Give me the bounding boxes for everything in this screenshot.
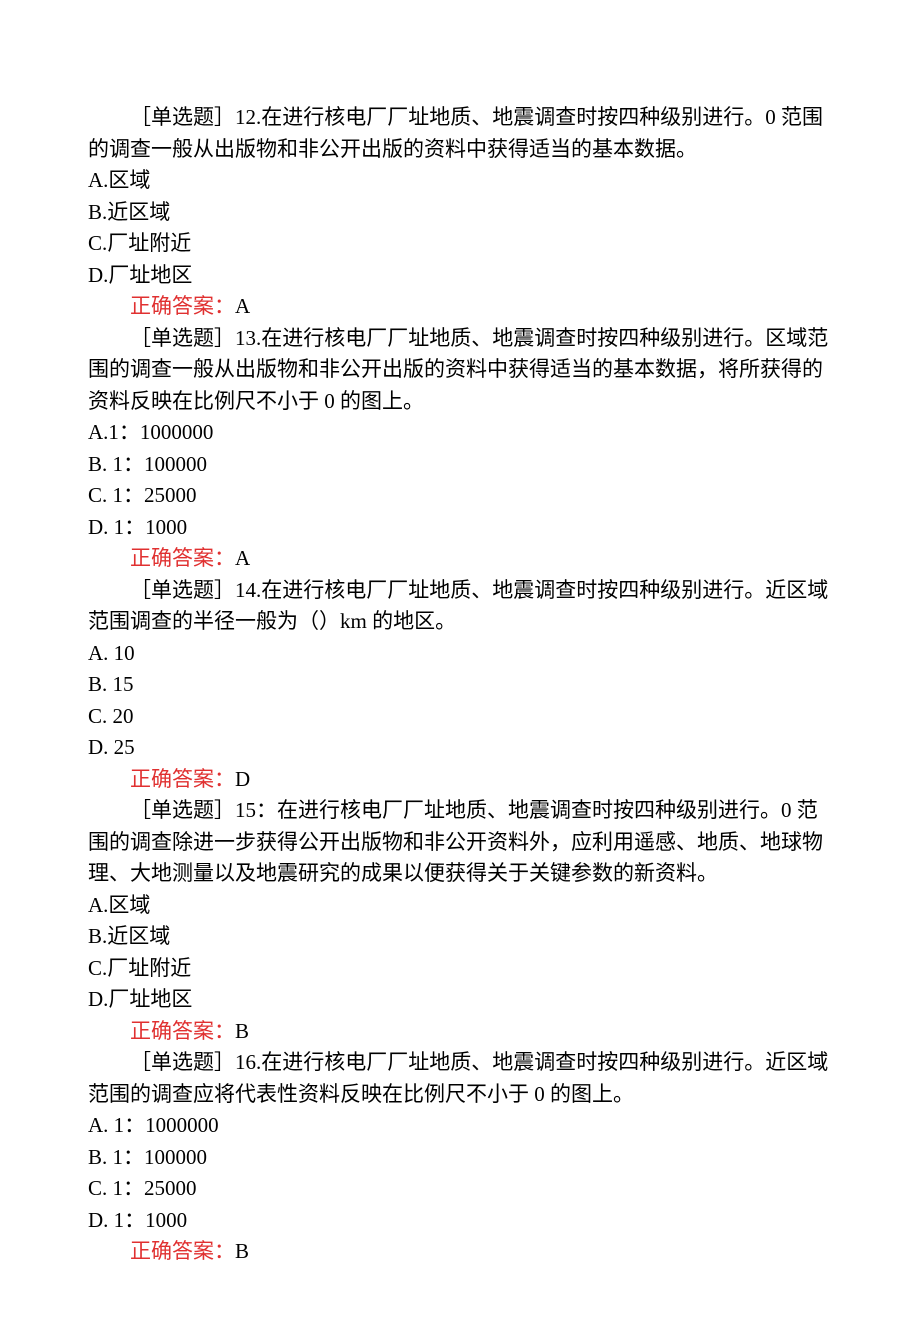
answer-value: B (235, 1239, 249, 1263)
question-stem: ［单选题］13.在进行核电厂厂址地质、地震调查时按四种级别进行。区域范围的调查一… (88, 323, 832, 418)
question-block: ［单选题］14.在进行核电厂厂址地质、地震调查时按四种级别进行。近区域范围调查的… (88, 575, 832, 796)
answer-label: 正确答案： (130, 1239, 235, 1263)
answer-value: A (235, 294, 250, 318)
question-block: ［单选题］15：在进行核电厂厂址地质、地震调查时按四种级别进行。0 范围的调查除… (88, 795, 832, 1047)
question-stem: ［单选题］14.在进行核电厂厂址地质、地震调查时按四种级别进行。近区域范围调查的… (88, 575, 832, 638)
question-stem: ［单选题］16.在进行核电厂厂址地质、地震调查时按四种级别进行。近区域范围的调查… (88, 1047, 832, 1110)
option-d: D. 25 (88, 732, 832, 764)
option-d: D.厂址地区 (88, 984, 832, 1016)
answer-value: A (235, 546, 250, 570)
answer-label: 正确答案： (130, 546, 235, 570)
option-d: D. 1：1000 (88, 512, 832, 544)
answer-line: 正确答案：A (88, 291, 832, 323)
option-a: A. 10 (88, 638, 832, 670)
document-page: ［单选题］12.在进行核电厂厂址地质、地震调查时按四种级别进行。0 范围的调查一… (0, 0, 920, 1328)
question-tag: ［单选题］13. (130, 326, 261, 350)
answer-line: 正确答案：B (88, 1016, 832, 1048)
option-c: C. 20 (88, 701, 832, 733)
question-block: ［单选题］16.在进行核电厂厂址地质、地震调查时按四种级别进行。近区域范围的调查… (88, 1047, 832, 1268)
option-d: D. 1：1000 (88, 1205, 832, 1237)
answer-label: 正确答案： (130, 1019, 235, 1043)
option-c: C. 1：25000 (88, 1173, 832, 1205)
answer-line: 正确答案：A (88, 543, 832, 575)
option-b: B.近区域 (88, 921, 832, 953)
question-tag: ［单选题］14. (130, 578, 261, 602)
answer-value: B (235, 1019, 249, 1043)
option-c: C.厂址附近 (88, 228, 832, 260)
answer-label: 正确答案： (130, 294, 235, 318)
answer-line: 正确答案：B (88, 1236, 832, 1268)
answer-value: D (235, 767, 250, 791)
option-b: B. 15 (88, 669, 832, 701)
question-tag: ［单选题］12. (130, 105, 261, 129)
question-stem: ［单选题］12.在进行核电厂厂址地质、地震调查时按四种级别进行。0 范围的调查一… (88, 102, 832, 165)
answer-label: 正确答案： (130, 767, 235, 791)
answer-line: 正确答案：D (88, 764, 832, 796)
option-b: B. 1：100000 (88, 1142, 832, 1174)
question-tag: ［单选题］15： (130, 798, 277, 822)
question-block: ［单选题］12.在进行核电厂厂址地质、地震调查时按四种级别进行。0 范围的调查一… (88, 102, 832, 323)
question-block: ［单选题］13.在进行核电厂厂址地质、地震调查时按四种级别进行。区域范围的调查一… (88, 323, 832, 575)
option-b: B. 1：100000 (88, 449, 832, 481)
option-a: A.区域 (88, 890, 832, 922)
question-stem: ［单选题］15：在进行核电厂厂址地质、地震调查时按四种级别进行。0 范围的调查除… (88, 795, 832, 890)
option-c: C.厂址附近 (88, 953, 832, 985)
option-a: A. 1：1000000 (88, 1110, 832, 1142)
option-a: A.1：1000000 (88, 417, 832, 449)
option-b: B.近区域 (88, 197, 832, 229)
question-tag: ［单选题］16. (130, 1050, 261, 1074)
option-d: D.厂址地区 (88, 260, 832, 292)
option-a: A.区域 (88, 165, 832, 197)
option-c: C. 1：25000 (88, 480, 832, 512)
